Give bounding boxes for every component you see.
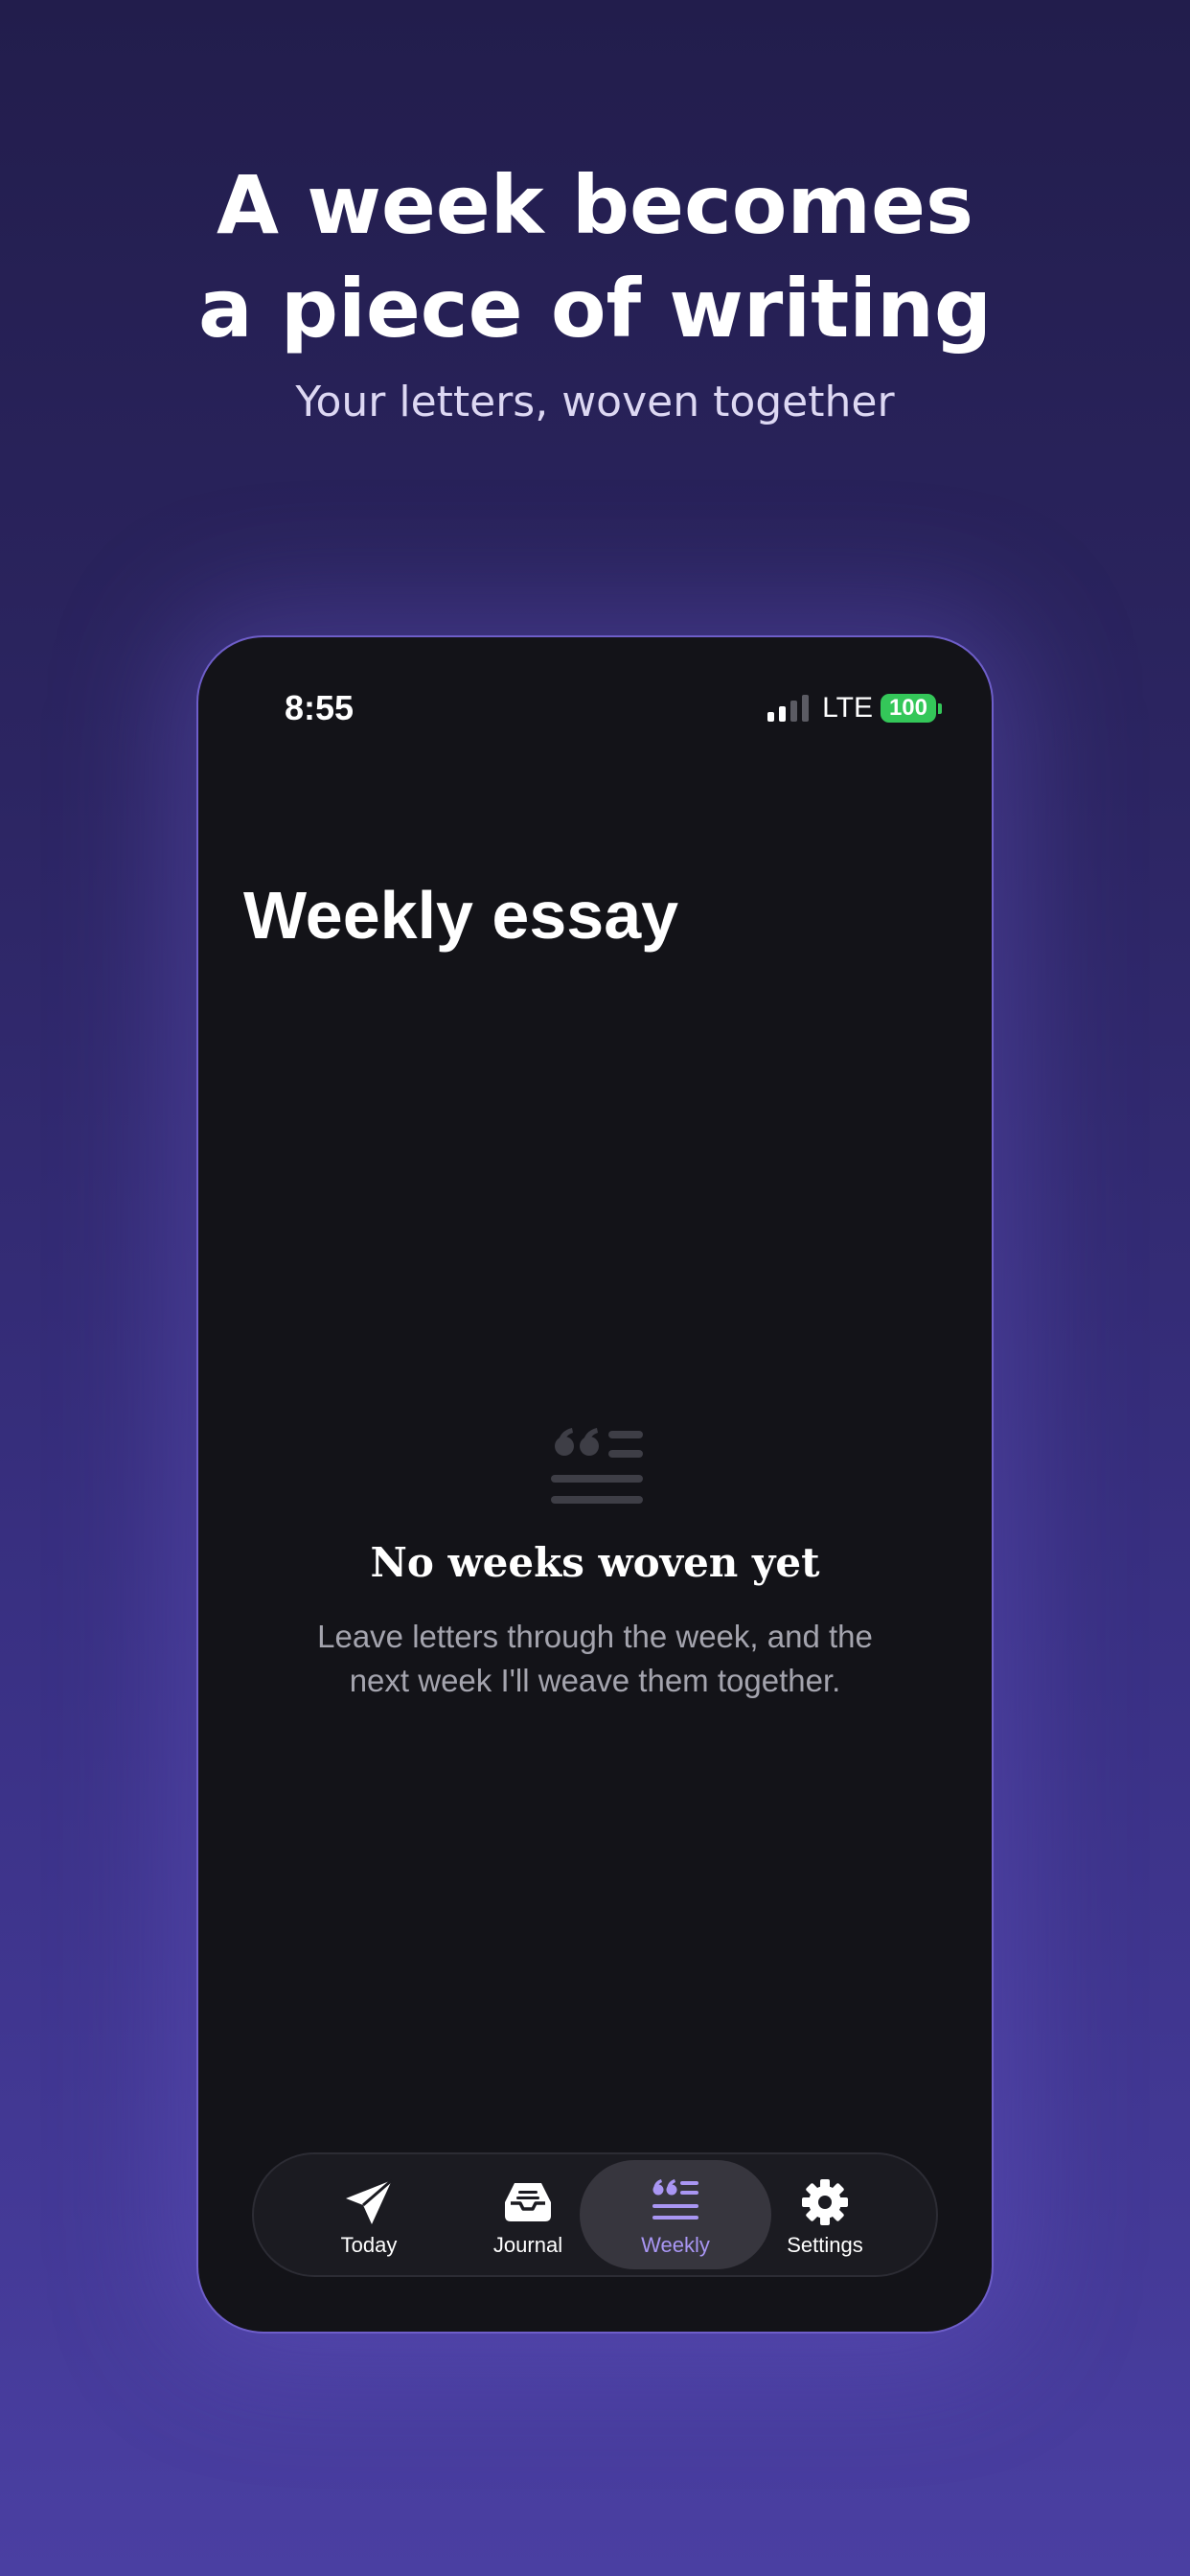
signal-bar (802, 695, 810, 722)
empty-state-message: Leave letters through the week, and the … (317, 1619, 873, 1698)
battery-nub (938, 702, 942, 714)
network-type: LTE (822, 692, 873, 724)
cellular-signal-icon (767, 695, 810, 722)
gear-icon (802, 2179, 848, 2225)
paper-plane-icon (346, 2178, 393, 2224)
tab-settings[interactable]: Settings (729, 2160, 921, 2269)
signal-bar (779, 706, 787, 722)
hero-headline-line-2: a piece of writing (197, 262, 993, 356)
status-indicators: LTE 100 (767, 693, 942, 724)
hero-headline: A week becomes a piece of writing (0, 153, 1190, 360)
quote-lines-icon (551, 1428, 643, 1504)
hero-headline-line-1: A week becomes (216, 158, 973, 252)
signal-bar (767, 712, 775, 722)
tab-label: Settings (787, 2233, 863, 2257)
battery-icon: 100 (880, 694, 942, 723)
battery-level: 100 (880, 694, 936, 723)
status-time: 8:55 (285, 688, 355, 727)
tab-bar: Today Journal Weekly Settings (252, 2152, 938, 2277)
hero-subheadline: Your letters, woven together (295, 378, 895, 426)
empty-state-title: No weeks woven yet (370, 1539, 820, 1586)
inbox-tray-icon (505, 2183, 551, 2221)
quote-lines-icon (652, 2179, 698, 2220)
phone-frame: 8:55 LTE 100 Weekly essay No weeks woven… (196, 635, 994, 2334)
signal-bar (790, 701, 798, 722)
page-title: Weekly essay (243, 878, 679, 953)
